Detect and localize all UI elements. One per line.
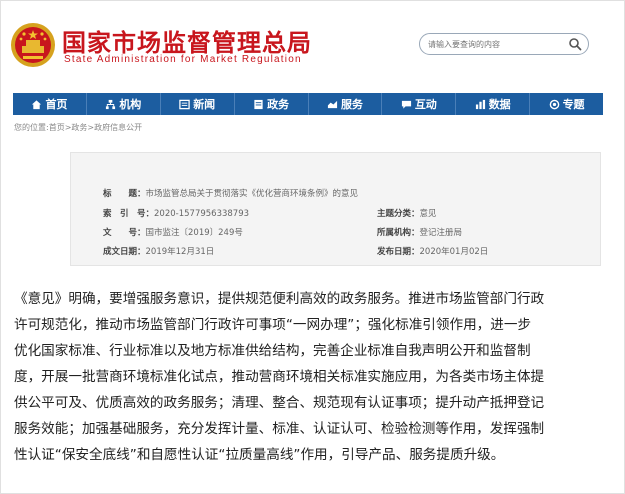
meta-title-value: 市场监管总局关于贯彻落实《优化营商环境条例》的意见 [145,189,359,199]
body-line: 供公平可及、优质高效的政务服务；清理、整合、规范现有认证事项；提升动产抵押登记 [14,395,545,411]
meta-index-row: 索 引 号：2020-1577956338793 [103,207,249,219]
site-subtitle: State Administration for Market Regulati… [64,54,302,65]
service-icon [327,100,338,108]
meta-docno-row: 文 号：国市监注〔2019〕249号 [103,226,243,238]
meta-index-label: 索 引 号： [103,209,155,219]
body-line: 服务效能；加强基础服务，充分发挥计量、标准、认证认可、检验检测等作用，发挥强制 [14,421,545,437]
nav-label-service: 服务 [340,98,363,111]
nav-label-topic: 专题 [562,98,585,111]
article-body: 《意见》明确，要增强服务意识，提供规范便利高效的政务服务。推进市场监管部门行政 … [14,286,609,468]
meta-docno-value: 国市监注〔2019〕249号 [145,228,243,238]
body-line: 性认证“保安全底线”和自愿性认证“拉质量高线”作用，引导产品、服务提质升级。 [14,447,505,463]
nav-item-affairs[interactable]: 政务 [235,93,309,115]
nav-label-news: 新闻 [193,98,216,111]
meta-published-value: 2020年01月02日 [419,247,489,257]
meta-agency-row: 所属机构：登记注册局 [377,226,462,238]
document-meta-panel: 标 题：市场监管总局关于贯彻落实《优化营商环境条例》的意见 索 引 号：2020… [70,152,601,266]
meta-published-label: 发布日期： [377,247,420,257]
topic-icon [549,99,559,109]
meta-index-value: 2020-1577956338793 [154,209,250,219]
nav-item-news[interactable]: 新闻 [161,93,235,115]
site-header: 国家市场监督管理总局 State Administration for Mark… [0,0,625,92]
org-icon [106,99,116,109]
search-input[interactable] [428,37,563,51]
body-line: 许可规范化，推动市场监管部门行政许可事项“一网办理”；强化标准引领作用，进一步 [14,317,532,333]
body-line: 《意见》明确，要增强服务意识，提供规范便利高效的政务服务。推进市场监管部门行政 [14,291,545,307]
news-icon [179,99,190,109]
meta-title-label: 标 题： [103,189,146,199]
nav-item-home[interactable]: 首页 [13,93,87,115]
meta-category-label: 主题分类： [377,209,420,219]
search-box [419,33,589,55]
meta-written-value: 2019年12月31日 [145,247,215,257]
meta-written-label: 成文日期： [103,247,146,257]
national-emblem-icon [11,23,55,67]
main-nav: 首页 机构 新闻 政务 服务 互动 数据 专题 [13,93,603,115]
meta-written-row: 成文日期：2019年12月31日 [103,245,214,257]
nav-label-home: 首页 [45,98,68,111]
nav-item-service[interactable]: 服务 [309,93,383,115]
home-icon [32,99,42,109]
nav-label-interact: 互动 [414,98,437,111]
nav-item-interact[interactable]: 互动 [382,93,457,115]
body-line: 优化国家标准、行业标准以及地方标准供给结构，完善企业标准自我声明公开和监督制 [14,343,531,359]
interact-icon [401,100,411,109]
meta-category-row: 主题分类：意见 [377,207,437,219]
nav-item-data[interactable]: 数据 [456,93,531,115]
meta-docno-label: 文 号： [103,228,146,238]
meta-title-row: 标 题：市场监管总局关于贯彻落实《优化营商环境条例》的意见 [103,187,358,199]
breadcrumb[interactable]: 您的位置:首页>政务>政府信息公开 [14,122,142,133]
data-icon [475,99,485,109]
search-icon[interactable] [568,37,582,51]
meta-agency-value: 登记注册局 [419,228,463,238]
body-line: 度，开展一批营商环境标准化试点，推动营商环境相关标准实施应用，为各类市场主体提 [14,369,545,385]
meta-agency-label: 所属机构： [377,228,420,238]
meta-published-row: 发布日期：2020年01月02日 [377,245,488,257]
nav-label-affairs: 政务 [267,98,290,111]
nav-label-data: 数据 [488,98,511,111]
affairs-icon [254,99,263,109]
nav-item-topic[interactable]: 专题 [530,93,603,115]
meta-category-value: 意见 [419,209,437,219]
site-title: 国家市场监督管理总局 [62,29,312,57]
nav-label-org: 机构 [119,98,142,111]
nav-item-org[interactable]: 机构 [87,93,161,115]
